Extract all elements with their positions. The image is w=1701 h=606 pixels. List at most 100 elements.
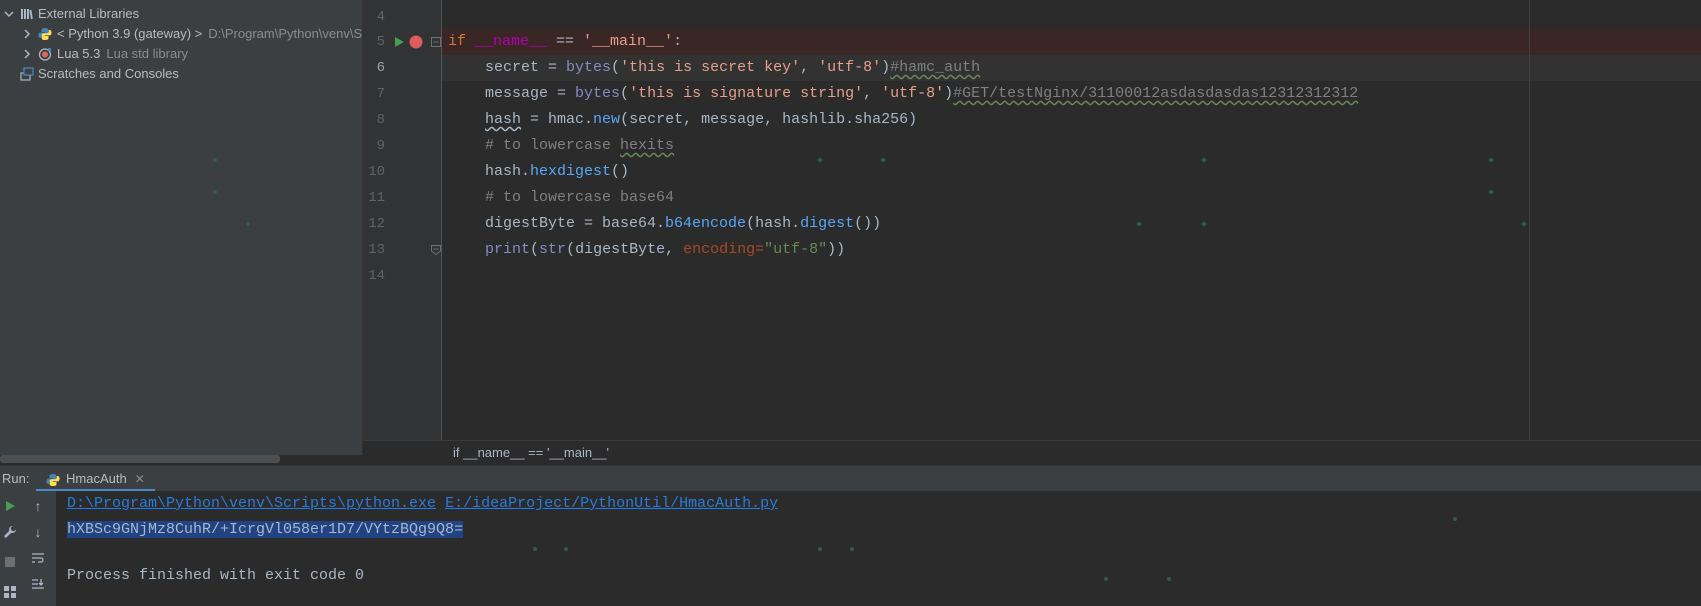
builtin-call: bytes [575, 85, 621, 102]
selected-output-text[interactable]: hXBSc9GNjMz8CuhR/+IcrgVl058er1D7/VYtzBQg… [67, 521, 464, 538]
line-number: 10 [368, 164, 385, 180]
code-line-7[interactable]: message = bytes('this is signature strin… [449, 81, 1358, 107]
string-literal: 'this is secret key' [620, 59, 801, 76]
code-line-9[interactable]: # to lowercase hexits [449, 133, 674, 159]
watermark-dot [213, 158, 217, 162]
settings-button[interactable] [1, 523, 19, 541]
run-tab-hmacauth[interactable]: HmacAuth ✕ [36, 466, 155, 492]
arrow-down-icon: ↓ [34, 524, 42, 540]
tree-item-external-libraries[interactable]: External Libraries [0, 4, 362, 24]
keyword-argument: encoding= [683, 241, 765, 258]
code-line-6[interactable]: secret = bytes('this is secret key', 'ut… [449, 55, 980, 81]
project-horizontal-scrollbar[interactable] [0, 455, 280, 463]
punctuation: : [673, 33, 683, 50]
chevron-right-icon[interactable] [22, 29, 32, 39]
watermark-dot [1202, 158, 1206, 162]
scroll-down-button[interactable]: ↓ [29, 523, 47, 541]
tree-item-hint: Lua std library [106, 46, 189, 61]
chevron-right-icon[interactable] [22, 49, 32, 59]
scroll-to-end-button[interactable] [29, 575, 47, 593]
punctuation: ) [944, 85, 954, 102]
console-line-exit: Process finished with exit code 0 [67, 567, 365, 584]
punctuation: ) [881, 59, 891, 76]
play-icon [6, 501, 15, 511]
watermark-dot [1489, 190, 1493, 194]
layout-button[interactable] [1, 583, 19, 601]
stop-button[interactable] [1, 553, 19, 571]
chevron-down-icon[interactable] [4, 9, 14, 19]
code-line-8[interactable]: hash = hmac.new(secret, message, hashlib… [449, 107, 917, 133]
punctuation: )) [827, 241, 846, 258]
run-label: Run: [2, 471, 30, 486]
tree-item-label: Lua 5.3 [57, 46, 101, 61]
run-tab-label: HmacAuth [66, 471, 127, 486]
code-line-10[interactable]: hash.hexdigest() [449, 159, 629, 185]
comment: #hamc_auth [890, 59, 981, 76]
code-line-13[interactable]: print(str(digestByte, encoding="utf-8")) [449, 237, 845, 263]
python-exe-link[interactable]: D:\Program\Python\venv\Scripts\python.ex… [67, 495, 436, 512]
tree-item-lua[interactable]: Lua 5.3 Lua std library [0, 44, 362, 64]
breadcrumb-item[interactable]: if __name__ == '__main__' [453, 445, 609, 460]
string-literal: '__main__' [583, 33, 674, 50]
right-margin-guide [1529, 0, 1530, 440]
line-number: 8 [376, 112, 385, 128]
scroll-up-button[interactable]: ↑ [29, 497, 47, 515]
fold-icon[interactable] [431, 37, 441, 47]
tree-item-label: < Python 3.9 (gateway) > [57, 26, 203, 41]
run-tool-window-header: Run: HmacAuth ✕ [0, 465, 1701, 492]
close-icon[interactable]: ✕ [135, 472, 145, 486]
expression: (digestByte, [566, 241, 684, 258]
punctuation: ( [530, 241, 540, 258]
watermark-dot [533, 547, 537, 551]
watermark-dot [213, 190, 217, 194]
console-line-output[interactable]: hXBSc9GNjMz8CuhR/+IcrgVl058er1D7/VYtzBQg… [67, 517, 464, 543]
assignment: message = [485, 85, 576, 102]
lua-icon [38, 47, 52, 61]
string-literal: 'this is signature string' [629, 85, 864, 102]
builtin-call: str [539, 241, 567, 258]
console-output[interactable]: D:\Program\Python\venv\Scripts\python.ex… [56, 491, 1701, 606]
line-number: 11 [368, 190, 385, 206]
editor-breadcrumb[interactable]: if __name__ == '__main__' [363, 440, 1701, 465]
punctuation: ( [620, 85, 630, 102]
punctuation: ()) [854, 215, 882, 232]
line-number: 14 [368, 268, 385, 284]
watermark-dot [246, 222, 250, 226]
fold-end-icon[interactable] [431, 245, 441, 255]
string-literal: "utf-8" [764, 241, 828, 258]
code-editor[interactable]: 4 5 6 7 8 9 10 11 12 13 14 if __name__ =… [363, 0, 1701, 465]
identifier: __name__ [475, 33, 548, 50]
soft-wrap-button[interactable] [29, 549, 47, 567]
keyword: if [448, 33, 476, 50]
console-line-command: D:\Program\Python\venv\Scripts\python.ex… [67, 491, 778, 517]
breakpoint-icon[interactable] [409, 35, 423, 49]
identifier: hash. [485, 163, 531, 180]
rerun-button[interactable] [1, 497, 19, 515]
expression: (secret, message, hashlib.sha256) [620, 111, 918, 128]
python-icon [46, 473, 60, 486]
project-tree-panel: External Libraries < Python 3.9 (gateway… [0, 0, 363, 455]
code-line-5[interactable]: if __name__ == '__main__': [448, 29, 682, 55]
tree-item-scratches[interactable]: Scratches and Consoles [0, 64, 362, 84]
punctuation: ( [611, 59, 621, 76]
run-toolbar: ↑ ↓ [0, 491, 56, 606]
watermark-dot [881, 158, 885, 162]
watermark-dot [850, 547, 854, 551]
line-number: 4 [376, 9, 385, 25]
code-line-11[interactable]: # to lowercase base64 [449, 185, 674, 211]
assignment: secret = [485, 59, 567, 76]
run-gutter-icon[interactable] [393, 36, 405, 48]
watermark-dot [1137, 222, 1141, 226]
script-path-link[interactable]: E:/ideaProject/PythonUtil/HmacAuth.py [445, 495, 778, 512]
code-line-12[interactable]: digestByte = base64.b64encode(hash.diges… [449, 211, 881, 237]
tree-item-label: Scratches and Consoles [38, 66, 179, 81]
watermark-dot [1167, 577, 1171, 581]
tree-item-python-sdk[interactable]: < Python 3.9 (gateway) > D:\Program\Pytho… [0, 24, 362, 44]
line-number: 7 [376, 86, 385, 102]
